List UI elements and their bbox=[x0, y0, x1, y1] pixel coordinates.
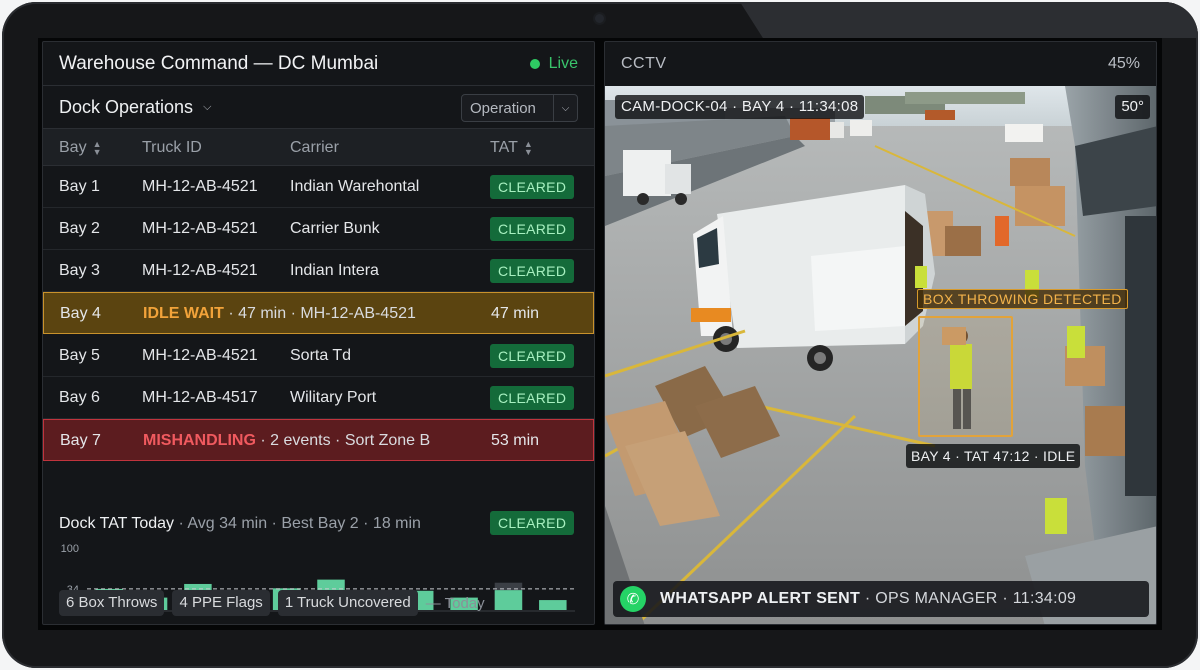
chip-ppe-flags[interactable]: 4 PPE Flags bbox=[172, 590, 270, 616]
cctv-panel: CCTV 45% CAM-DOCK-04 · BAY 4 · 11:34:08 … bbox=[604, 41, 1157, 625]
bay-cell: Bay 5 bbox=[59, 347, 100, 364]
table-row-idle-alert[interactable]: Bay 4 IDLE WAIT · 47 min · MH-12-AB-4521… bbox=[43, 292, 594, 334]
carrier-cell: Wilitary Port bbox=[290, 389, 377, 406]
alert-meta: · OPS MANAGER · 11:34:09 bbox=[860, 590, 1077, 607]
tat-bar[interactable] bbox=[539, 600, 567, 610]
camera-label: CAM-DOCK-04 · BAY 4 · 11:34:08 bbox=[615, 95, 865, 119]
alert-title: WHATSAPP ALERT SENT bbox=[660, 590, 861, 607]
tat-summary: · Avg 34 min · Best Bay 2 · 18 min bbox=[174, 515, 421, 532]
camera-feed[interactable]: CAM-DOCK-04 · BAY 4 · 11:34:08 50° BOX T… bbox=[605, 86, 1156, 624]
table-row[interactable]: Bay 6 MH-12-AB-4517 Wilitary Port CLEARE… bbox=[43, 377, 594, 419]
warehouse-scene-image bbox=[605, 86, 1156, 624]
event-summary: 6 Box Throws 4 PPE Flags 1 Truck Uncover… bbox=[59, 590, 485, 616]
table-row[interactable]: Bay 5 MH-12-AB-4521 Sorta Td CLEARED bbox=[43, 335, 594, 377]
chevron-down-icon: ⌵ bbox=[203, 101, 212, 113]
carrier-cell: Sorta Td bbox=[290, 347, 352, 364]
bay-cell: Bay 4 bbox=[60, 305, 101, 322]
live-label: Live bbox=[548, 55, 578, 72]
page-title: Warehouse Command — DC Mumbai bbox=[59, 53, 379, 74]
whatsapp-alert-text: WHATSAPP ALERT SENT · OPS MANAGER · 11:3… bbox=[660, 590, 1076, 608]
table-row[interactable]: Bay 3 MH-12-AB-4521 Indian Intera CLEARE… bbox=[43, 250, 594, 292]
zoom-level[interactable]: 45% bbox=[1108, 55, 1140, 73]
bay-tat-label: BAY 4 · TAT 47:12 · IDLE bbox=[906, 444, 1081, 468]
detection-bounding-box[interactable] bbox=[918, 316, 1013, 437]
chip-truck-uncovered[interactable]: 1 Truck Uncovered bbox=[277, 590, 418, 616]
whatsapp-alert-bar[interactable]: ✆ WHATSAPP ALERT SENT · OPS MANAGER · 11… bbox=[613, 581, 1149, 617]
sort-icon: ▲ ▼ bbox=[92, 139, 102, 157]
idle-wait-label: IDLE WAIT bbox=[143, 305, 224, 322]
cctv-title: CCTV bbox=[621, 55, 667, 72]
bay-cell: Bay 6 bbox=[59, 389, 100, 406]
cctv-header: CCTV 45% bbox=[605, 42, 1156, 86]
alert-detail: · 47 min · MH-12-AB-4521 bbox=[223, 305, 416, 322]
front-camera bbox=[595, 14, 604, 23]
alert-detail: · 2 events · Sort Zone B bbox=[255, 432, 431, 449]
today-label: — Today bbox=[425, 594, 485, 612]
bay-cell: Bay 1 bbox=[59, 178, 100, 195]
status-badge: CLEARED bbox=[490, 175, 575, 199]
bezel-reflection bbox=[740, 2, 1198, 38]
column-header-tat[interactable]: TAT ▲ ▼ bbox=[490, 139, 533, 157]
truck-id-cell: MH-12-AB-4521 bbox=[142, 347, 258, 364]
operation-select[interactable]: Operation ⌵ bbox=[461, 94, 578, 122]
bay-cell: Bay 2 bbox=[59, 220, 100, 237]
live-indicator: Live bbox=[529, 55, 578, 73]
status-badge: CLEARED bbox=[490, 217, 575, 241]
column-header-carrier: Carrier bbox=[290, 139, 339, 157]
status-badge: CLEARED bbox=[490, 259, 575, 283]
alert-cell: IDLE WAIT · 47 min · MH-12-AB-4521 bbox=[143, 305, 416, 323]
device: Warehouse Command — DC Mumbai Live Dock … bbox=[0, 0, 1200, 670]
carrier-cell: Indian Intera bbox=[290, 262, 379, 279]
tat-heading: Dock TAT Today · Avg 34 min · Best Bay 2… bbox=[59, 515, 421, 533]
carrier-cell: Carrier Bᴜnk bbox=[290, 220, 380, 237]
column-header-label: Carrier bbox=[290, 139, 339, 156]
column-header-label: TAT bbox=[490, 139, 518, 156]
bay-cell: Bay 7 bbox=[60, 432, 101, 449]
tat-cell: 53 min bbox=[491, 432, 540, 449]
chip-box-throws[interactable]: 6 Box Throws bbox=[59, 590, 165, 616]
bay-cell: Bay 3 bbox=[59, 262, 100, 279]
sort-icon: ▲ ▼ bbox=[523, 139, 533, 157]
chevron-down-icon: ⌵ bbox=[553, 95, 577, 121]
dock-operations-panel: Warehouse Command — DC Mumbai Live Dock … bbox=[42, 41, 595, 625]
dock-operations-dropdown[interactable]: Dock Operations ⌵ bbox=[59, 97, 211, 118]
column-header-label: Bay bbox=[59, 139, 87, 156]
column-header-truck-id: Truck ID bbox=[142, 139, 202, 157]
alert-cell: MISHANDLING · 2 events · Sort Zone B bbox=[143, 432, 430, 450]
truck-id-cell: MH-12-AB-4521 bbox=[142, 262, 258, 279]
status-badge: CLEARED bbox=[490, 511, 575, 535]
live-dot-icon bbox=[529, 59, 540, 69]
operation-select-value: Operation bbox=[470, 99, 536, 117]
section-title: Dock Operations bbox=[59, 97, 194, 117]
truck-id-cell: MH-12-AB-4517 bbox=[142, 389, 258, 406]
column-header-bay[interactable]: Bay ▲ ▼ bbox=[59, 139, 102, 157]
status-badge: CLEARED bbox=[490, 386, 575, 410]
y-tick-label: 100 bbox=[61, 543, 79, 555]
tat-bar[interactable] bbox=[494, 590, 523, 610]
column-header-label: Truck ID bbox=[142, 139, 202, 156]
table-header: Bay ▲ ▼ Truck ID Carrier TAT ▲ ▼ bbox=[43, 129, 594, 166]
carrier-cell: Indian Warehontal bbox=[290, 178, 420, 195]
status-badge: CLEARED bbox=[490, 344, 575, 368]
temperature-label: 50° bbox=[1115, 95, 1150, 119]
section-header: Dock Operations ⌵ Operation ⌵ bbox=[43, 86, 594, 129]
whatsapp-icon: ✆ bbox=[620, 586, 646, 612]
mishandling-label: MISHANDLING bbox=[143, 432, 256, 449]
table-row[interactable]: Bay 1 MH-12-AB-4521 Indian Warehontal CL… bbox=[43, 166, 594, 208]
tat-cell: 47 min bbox=[491, 305, 540, 322]
detection-label: BOX THROWING DETECTED bbox=[917, 289, 1128, 309]
panel-header: Warehouse Command — DC Mumbai Live bbox=[43, 42, 594, 86]
truck-id-cell: MH-12-AB-4521 bbox=[142, 220, 258, 237]
table-row-mishandling-alert[interactable]: Bay 7 MISHANDLING · 2 events · Sort Zone… bbox=[43, 419, 594, 461]
truck-id-cell: MH-12-AB-4521 bbox=[142, 178, 258, 195]
tat-title: Dock TAT Today bbox=[59, 515, 175, 532]
table-row[interactable]: Bay 2 MH-12-AB-4521 Carrier Bᴜnk CLEARED bbox=[43, 208, 594, 250]
